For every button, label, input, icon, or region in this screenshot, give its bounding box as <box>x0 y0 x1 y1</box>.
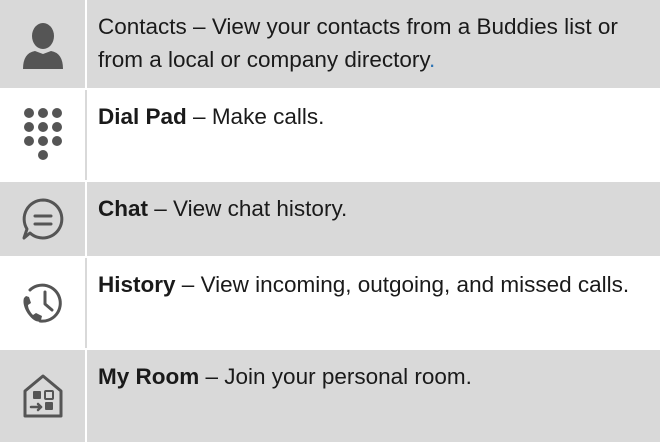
feature-name: My Room <box>98 364 200 389</box>
feature-description-cell: Contacts – View your contacts from a Bud… <box>87 0 660 88</box>
feature-table: Contacts – View your contacts from a Bud… <box>0 0 660 444</box>
history-phone-clock-icon <box>22 283 62 323</box>
feature-row-my-room: My Room – Join your personal room. <box>0 350 660 444</box>
icon-cell <box>0 90 87 180</box>
feature-description: View incoming, outgoing, and missed call… <box>200 272 630 297</box>
feature-description-cell: My Room – Join your personal room. <box>87 350 660 442</box>
separator: – <box>148 196 174 221</box>
chat-bubble-icon <box>22 198 63 240</box>
feature-name: Dial Pad <box>98 104 187 129</box>
separator: – <box>186 104 212 129</box>
trailing-period: . <box>428 47 436 72</box>
icon-cell <box>0 258 87 348</box>
feature-description: Make calls. <box>211 104 325 129</box>
contacts-person-icon <box>22 23 63 69</box>
feature-description-cell: History – View incoming, outgoing, and m… <box>87 258 660 348</box>
feature-description-cell: Chat – View chat history. <box>87 182 660 256</box>
separator: – <box>175 272 201 297</box>
feature-row-history: History – View incoming, outgoing, and m… <box>0 258 660 350</box>
icon-cell <box>0 182 87 256</box>
feature-description-cell: Dial Pad – Make calls. <box>87 90 660 180</box>
dial-pad-icon <box>23 108 62 160</box>
feature-row-dial-pad: Dial Pad – Make calls. <box>0 90 660 182</box>
feature-name: Chat <box>98 196 148 221</box>
separator: – <box>186 14 212 39</box>
feature-name: Contacts <box>98 14 187 39</box>
icon-cell <box>0 0 87 88</box>
feature-row-contacts: Contacts – View your contacts from a Bud… <box>0 0 660 90</box>
feature-description: Join your personal room. <box>224 364 472 389</box>
feature-row-chat: Chat – View chat history. <box>0 182 660 258</box>
feature-name: History <box>98 272 176 297</box>
separator: – <box>199 364 225 389</box>
my-room-icon <box>23 374 62 418</box>
feature-description: View chat history. <box>173 196 348 221</box>
icon-cell <box>0 350 87 442</box>
